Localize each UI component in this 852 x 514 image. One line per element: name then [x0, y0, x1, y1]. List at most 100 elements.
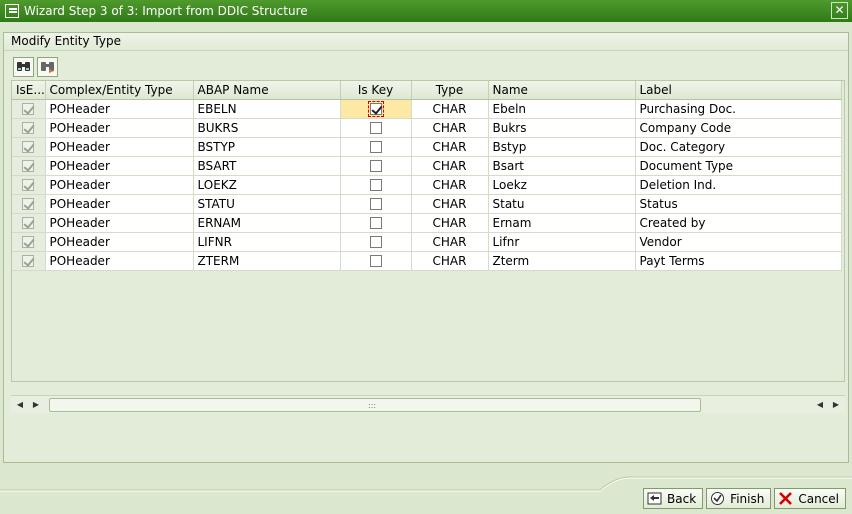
- abap-name-cell[interactable]: BSTYP: [193, 137, 341, 157]
- scroll-right-end-icon[interactable]: ▶: [831, 398, 841, 412]
- type-cell[interactable]: CHAR: [411, 213, 489, 233]
- type-cell[interactable]: CHAR: [411, 251, 489, 271]
- is-key-cell[interactable]: [340, 213, 412, 233]
- name-cell[interactable]: Bukrs: [488, 118, 636, 138]
- name-cell[interactable]: Ernam: [488, 213, 636, 233]
- entity-type-cell[interactable]: POHeader: [45, 175, 194, 195]
- type-cell[interactable]: CHAR: [411, 99, 489, 119]
- abap-name-cell[interactable]: ERNAM: [193, 213, 341, 233]
- column-header-abap-name[interactable]: ABAP Name: [193, 81, 341, 100]
- type-cell[interactable]: CHAR: [411, 194, 489, 214]
- table-row[interactable]: POHeader STATU CHAR Statu Status: [12, 194, 842, 214]
- table-row[interactable]: POHeader LIFNR CHAR Lifnr Vendor: [12, 232, 842, 252]
- table-row[interactable]: POHeader BSART CHAR Bsart Document Type: [12, 156, 842, 176]
- label-cell[interactable]: Payt Terms: [635, 251, 842, 271]
- label-cell[interactable]: Document Type: [635, 156, 842, 176]
- table-row[interactable]: POHeader EBELN CHAR Ebeln Purchasing Doc.: [12, 99, 842, 119]
- back-button[interactable]: Back: [643, 488, 704, 509]
- wizard-button-bar: Back Finish Cancel: [643, 488, 846, 509]
- is-key-checkbox[interactable]: [369, 236, 382, 248]
- type-cell[interactable]: CHAR: [411, 232, 489, 252]
- scroll-thumb[interactable]: :::: [49, 397, 701, 412]
- scroll-left-end-icon[interactable]: ◀: [815, 398, 825, 412]
- finish-button[interactable]: Finish: [706, 488, 772, 509]
- column-header-is-entity[interactable]: IsE...: [12, 81, 46, 100]
- name-cell[interactable]: Zterm: [488, 251, 636, 271]
- label-cell[interactable]: Deletion Ind.: [635, 175, 842, 195]
- type-cell[interactable]: CHAR: [411, 156, 489, 176]
- name-cell[interactable]: Loekz: [488, 175, 636, 195]
- entity-type-cell[interactable]: POHeader: [45, 213, 194, 233]
- abap-name-cell[interactable]: LOEKZ: [193, 175, 341, 195]
- close-button[interactable]: ✕: [831, 2, 848, 19]
- label-cell[interactable]: Doc. Category: [635, 137, 842, 157]
- finish-label: Finish: [730, 491, 765, 506]
- name-cell[interactable]: Bsart: [488, 156, 636, 176]
- entity-type-cell[interactable]: POHeader: [45, 251, 194, 271]
- table-row[interactable]: POHeader ERNAM CHAR Ernam Created by: [12, 213, 842, 233]
- entity-type-cell[interactable]: POHeader: [45, 99, 194, 119]
- entity-type-cell[interactable]: POHeader: [45, 118, 194, 138]
- is-key-cell[interactable]: [340, 99, 412, 119]
- section-title: Modify Entity Type: [4, 33, 848, 51]
- is-key-cell[interactable]: [340, 251, 412, 271]
- is-key-cell[interactable]: [340, 175, 412, 195]
- is-key-cell[interactable]: [340, 118, 412, 138]
- name-cell[interactable]: Lifnr: [488, 232, 636, 252]
- find-button[interactable]: [13, 57, 34, 77]
- scroll-left-icon[interactable]: ◀: [15, 398, 25, 412]
- is-key-checkbox[interactable]: [369, 160, 382, 172]
- table-row[interactable]: POHeader ZTERM CHAR Zterm Payt Terms: [12, 251, 842, 271]
- entity-type-cell[interactable]: POHeader: [45, 137, 194, 157]
- type-cell[interactable]: CHAR: [411, 137, 489, 157]
- type-cell[interactable]: CHAR: [411, 175, 489, 195]
- entity-type-cell[interactable]: POHeader: [45, 232, 194, 252]
- cancel-button[interactable]: Cancel: [774, 488, 846, 509]
- is-key-checkbox[interactable]: [369, 198, 382, 210]
- column-header-label[interactable]: Label: [635, 81, 842, 100]
- column-header-entity-type[interactable]: Complex/Entity Type: [45, 81, 194, 100]
- cancel-icon: [779, 492, 793, 505]
- abap-name-cell[interactable]: STATU: [193, 194, 341, 214]
- abap-name-cell[interactable]: BSART: [193, 156, 341, 176]
- back-icon: [647, 492, 662, 505]
- label-cell[interactable]: Vendor: [635, 232, 842, 252]
- entity-type-cell[interactable]: POHeader: [45, 156, 194, 176]
- name-cell[interactable]: Ebeln: [488, 99, 636, 119]
- abap-name-cell[interactable]: LIFNR: [193, 232, 341, 252]
- is-key-cell[interactable]: [340, 137, 412, 157]
- scroll-right-icon[interactable]: ▶: [31, 398, 41, 412]
- label-cell[interactable]: Purchasing Doc.: [635, 99, 842, 119]
- name-cell[interactable]: Statu: [488, 194, 636, 214]
- label-cell[interactable]: Status: [635, 194, 842, 214]
- find-next-button[interactable]: [37, 57, 58, 77]
- is-key-cell[interactable]: [340, 232, 412, 252]
- is-key-cell[interactable]: [340, 194, 412, 214]
- type-cell[interactable]: CHAR: [411, 118, 489, 138]
- column-header-type[interactable]: Type: [411, 81, 489, 100]
- is-key-checkbox[interactable]: [369, 217, 382, 229]
- finish-icon: [711, 492, 725, 505]
- table-row[interactable]: POHeader LOEKZ CHAR Loekz Deletion Ind.: [12, 175, 842, 195]
- abap-name-cell[interactable]: EBELN: [193, 99, 341, 119]
- table-row[interactable]: POHeader BSTYP CHAR Bstyp Doc. Category: [12, 137, 842, 157]
- name-cell[interactable]: Bstyp: [488, 137, 636, 157]
- label-cell[interactable]: Created by: [635, 213, 842, 233]
- is-key-cell[interactable]: [340, 156, 412, 176]
- label-cell[interactable]: Company Code: [635, 118, 842, 138]
- is-key-checkbox[interactable]: [369, 255, 382, 267]
- table-row[interactable]: POHeader BUKRS CHAR Bukrs Company Code: [12, 118, 842, 138]
- entity-properties-grid: IsE... Complex/Entity Type ABAP Name Is …: [11, 80, 845, 382]
- is-key-checkbox[interactable]: [367, 101, 384, 117]
- is-key-checkbox[interactable]: [369, 179, 382, 191]
- abap-name-cell[interactable]: BUKRS: [193, 118, 341, 138]
- horizontal-scrollbar[interactable]: ◀ ▶ ::: ◀ ▶: [11, 395, 845, 413]
- is-key-checkbox[interactable]: [369, 122, 382, 134]
- column-header-is-key[interactable]: Is Key: [340, 81, 412, 100]
- column-header-name[interactable]: Name: [488, 81, 636, 100]
- abap-name-cell[interactable]: ZTERM: [193, 251, 341, 271]
- is-entity-checkbox: [22, 217, 35, 229]
- is-key-checkbox[interactable]: [369, 141, 382, 153]
- entity-type-cell[interactable]: POHeader: [45, 194, 194, 214]
- is-entity-cell: [12, 175, 46, 195]
